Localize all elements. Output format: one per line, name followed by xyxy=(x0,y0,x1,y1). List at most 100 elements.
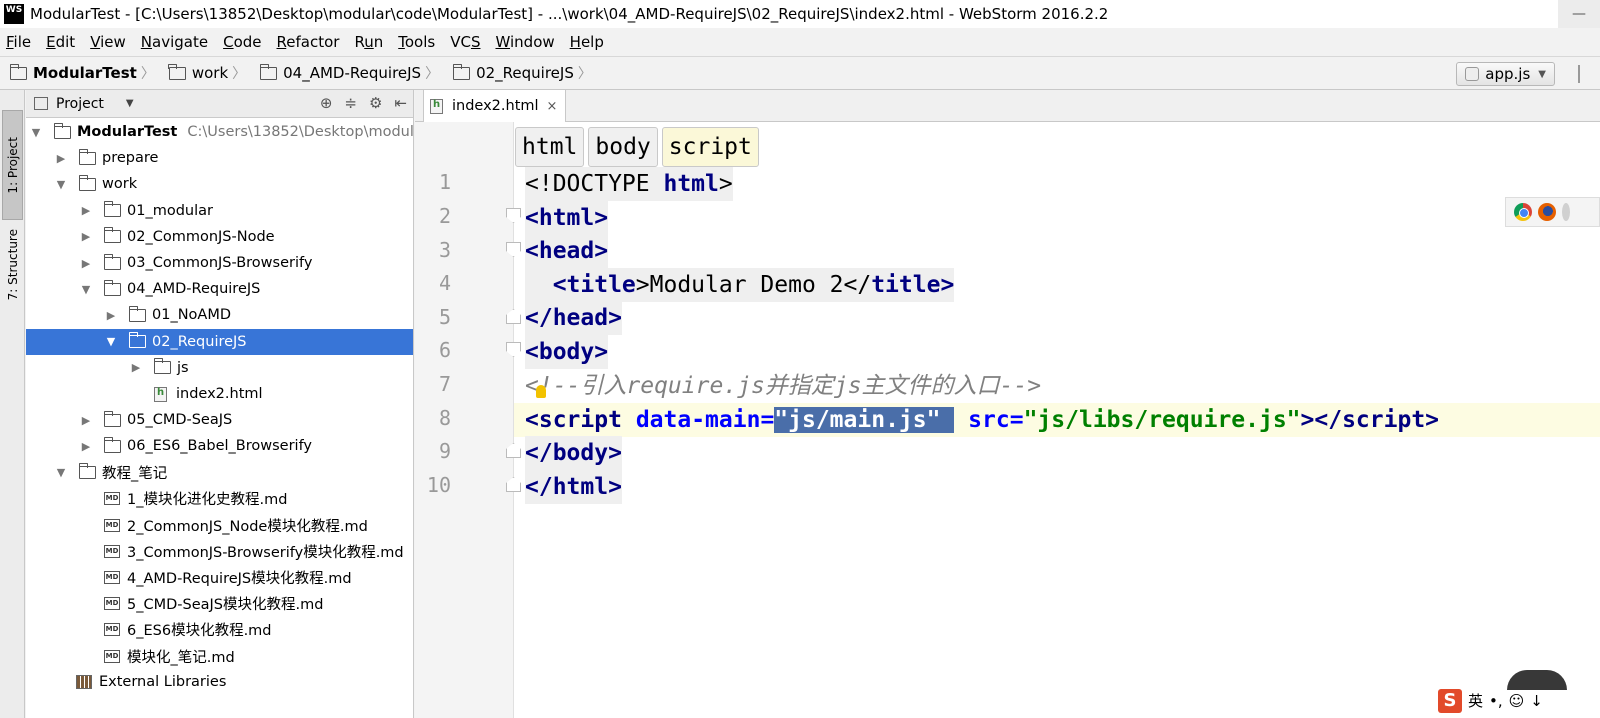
intention-bulb-icon[interactable] xyxy=(536,385,546,398)
code-line-7[interactable]: <!--引入require.js并指定js主文件的入口--> xyxy=(525,369,1042,403)
menu-item[interactable]: File xyxy=(6,33,31,51)
tree-item[interactable]: MD 模块化_笔记.md xyxy=(26,643,413,669)
folder-icon xyxy=(103,436,121,453)
expanded-arrow-icon[interactable]: ▼ xyxy=(105,335,117,348)
markdown-file-icon: MD xyxy=(104,623,120,637)
breadcrumb-item-work[interactable]: work 〉 xyxy=(168,63,252,83)
xml-crumb-body[interactable]: body xyxy=(588,127,658,167)
code-line-4[interactable]: <title>Modular Demo 2</title> xyxy=(525,268,955,302)
tree-item[interactable]: ▶ 03_CommonJS-Browserify xyxy=(26,250,413,276)
menu-item[interactable]: Run xyxy=(354,33,383,51)
tree-item[interactable]: ▼ 02_RequireJS xyxy=(26,328,413,355)
breadcrumb-item-project[interactable]: ModularTest 〉 xyxy=(9,63,161,83)
chrome-icon[interactable] xyxy=(1514,203,1532,221)
breadcrumb-item-requirejs[interactable]: 02_RequireJS 〉 xyxy=(452,63,598,83)
tree-item[interactable]: MD 3_CommonJS-Browserify模块化教程.md xyxy=(26,538,413,564)
tree-item[interactable]: MD 1_模块化进化史教程.md xyxy=(26,486,413,512)
tree-item[interactable]: ▼ 04_AMD-RequireJS xyxy=(26,276,413,302)
code-line-5[interactable]: </head> xyxy=(525,301,622,335)
gear-icon[interactable]: ⚙ xyxy=(369,94,382,112)
collapsed-arrow-icon[interactable]: ▶ xyxy=(80,414,92,427)
code-line-3[interactable]: <head> xyxy=(525,234,609,268)
tree-item[interactable]: MD 2_CommonJS_Node模块化教程.md xyxy=(26,512,413,538)
tree-item[interactable]: External Libraries xyxy=(26,669,413,695)
webstorm-logo-icon: WS xyxy=(4,4,24,24)
code-line-1[interactable]: <!DOCTYPE html> xyxy=(525,167,733,201)
close-icon[interactable]: × xyxy=(547,99,558,114)
expanded-arrow-icon[interactable]: ▼ xyxy=(55,178,67,191)
code-line-2[interactable]: <html> xyxy=(525,201,609,235)
menu-item[interactable]: VCS xyxy=(450,33,480,51)
collapsed-arrow-icon[interactable]: ▶ xyxy=(105,309,117,322)
tree-item[interactable]: ▶ 05_CMD-SeaJS xyxy=(26,407,413,433)
breadcrumb-item-amd[interactable]: 04_AMD-RequireJS 〉 xyxy=(259,63,445,83)
menu-item[interactable]: View xyxy=(90,33,126,51)
tree-item[interactable]: ▶ 01_modular xyxy=(26,198,413,224)
ime-language[interactable]: 英 xyxy=(1468,690,1483,711)
tree-item[interactable]: MD 6_ES6模块化教程.md xyxy=(26,617,413,643)
collapsed-arrow-icon[interactable]: ▶ xyxy=(80,230,92,243)
collapse-all-icon[interactable]: ≑ xyxy=(344,94,357,112)
hide-panel-icon[interactable]: ⇤ xyxy=(394,94,407,112)
emoji-icon[interactable]: ☺ xyxy=(1509,692,1525,710)
tree-item-label: External Libraries xyxy=(99,674,227,691)
collapsed-arrow-icon[interactable]: ▶ xyxy=(80,440,92,453)
minimize-button[interactable]: — xyxy=(1558,0,1600,28)
project-panel-title[interactable]: Project xyxy=(56,96,104,112)
chevron-down-icon[interactable]: ▼ xyxy=(126,98,134,109)
xml-crumb-html[interactable]: html xyxy=(515,127,585,167)
collapsed-arrow-icon[interactable]: ▶ xyxy=(80,204,92,217)
tool-tab-structure[interactable]: 7: Structure xyxy=(2,220,23,310)
code-line-10[interactable]: </html> xyxy=(525,470,622,504)
tree-item[interactable]: ▼ work xyxy=(26,171,413,197)
ime-more-icon[interactable]: ↓ xyxy=(1530,692,1543,710)
expanded-arrow-icon[interactable]: ▼ xyxy=(80,283,92,296)
folder-icon xyxy=(452,63,471,80)
nodejs-config-icon xyxy=(1465,67,1480,81)
expanded-arrow-icon[interactable]: ▼ xyxy=(30,126,42,139)
sogou-logo-icon[interactable]: S xyxy=(1438,688,1462,713)
menu-item[interactable]: Window xyxy=(495,33,554,51)
run-configuration-select[interactable]: app.js ▼ xyxy=(1456,62,1555,86)
tree-item[interactable]: ▶ prepare xyxy=(26,145,413,171)
tree-item[interactable]: MD 5_CMD-SeaJS模块化教程.md xyxy=(26,591,413,617)
tree-item[interactable]: ▶ 01_NoAMD xyxy=(26,302,413,328)
html-file-icon xyxy=(430,98,443,114)
collapsed-arrow-icon[interactable]: ▶ xyxy=(55,152,67,165)
menu-item[interactable]: Help xyxy=(570,33,604,51)
folder-icon xyxy=(103,410,121,427)
code-line-8[interactable]: <script data-main="js/main.js" src="js/l… xyxy=(525,403,1440,437)
line-number: 1 xyxy=(438,170,451,194)
menu-item[interactable]: Edit xyxy=(46,33,75,51)
tree-item[interactable]: ▶ js xyxy=(26,355,413,381)
selected-text[interactable]: "js/main.js" xyxy=(774,407,955,433)
webstorm-window: WS ModularTest - [C:\Users\13852\Desktop… xyxy=(0,0,1600,718)
menu-item[interactable]: Tools xyxy=(398,33,435,51)
line-number: 2 xyxy=(438,204,451,228)
tree-item[interactable]: ▼ ModularTest C:\Users\13852\Desktop\modul xyxy=(26,119,413,145)
xml-crumb-script[interactable]: script xyxy=(661,127,759,167)
editor-tab-index2[interactable]: index2.html × xyxy=(423,90,567,122)
code-line-9[interactable]: </body> xyxy=(525,436,622,470)
line-number: 10 xyxy=(426,473,451,497)
menu-item[interactable]: Refactor xyxy=(277,33,340,51)
code-line-6[interactable]: <body> xyxy=(525,335,609,369)
tool-tab-project[interactable]: 1: Project xyxy=(2,110,23,220)
tree-item[interactable]: ▶ 02_CommonJS-Node xyxy=(26,224,413,250)
tree-item[interactable]: MD 4_AMD-RequireJS模块化教程.md xyxy=(26,564,413,590)
menu-item[interactable]: Navigate xyxy=(141,33,208,51)
tree-item[interactable]: index2.html xyxy=(26,381,413,407)
folder-icon xyxy=(168,63,186,80)
collapsed-arrow-icon[interactable]: ▶ xyxy=(80,257,92,270)
folder-icon xyxy=(128,332,146,349)
collapsed-arrow-icon[interactable]: ▶ xyxy=(130,361,142,374)
firefox-icon[interactable] xyxy=(1538,203,1556,221)
ime-punctuation[interactable]: •, xyxy=(1489,692,1503,710)
tree-item[interactable]: ▼ 教程_笔记 xyxy=(26,460,413,486)
menu-item[interactable]: Code xyxy=(223,33,261,51)
safari-icon[interactable] xyxy=(1562,203,1570,221)
scroll-from-source-icon[interactable]: ⊕ xyxy=(320,94,333,112)
expanded-arrow-icon[interactable]: ▼ xyxy=(55,466,67,479)
tree-item[interactable]: ▶ 06_ES6_Babel_Browserify xyxy=(26,433,413,459)
folder-icon xyxy=(103,279,121,296)
